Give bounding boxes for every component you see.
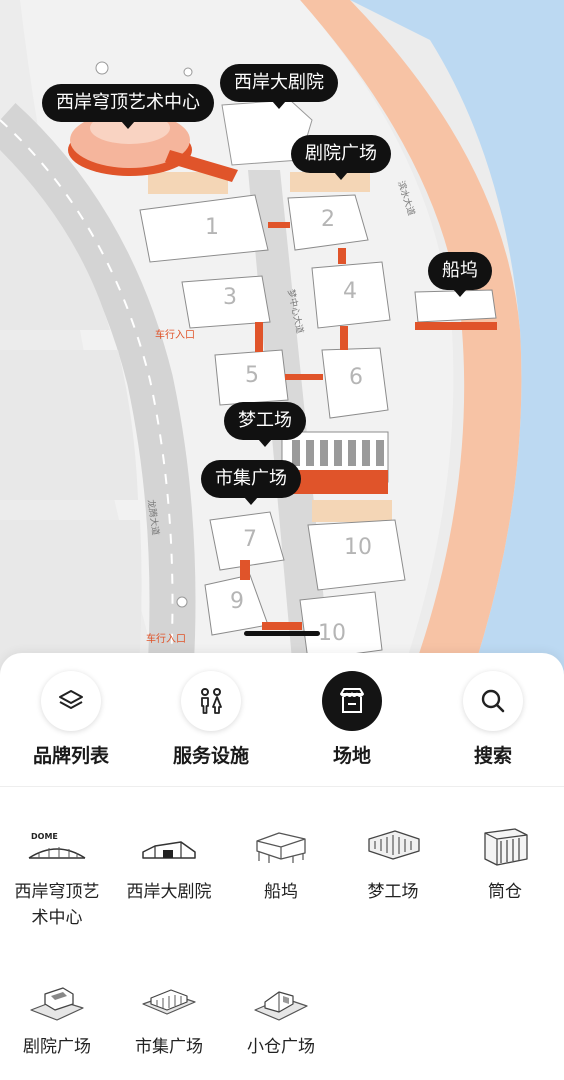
plaza-hatch-2 xyxy=(290,172,370,192)
callout-dock[interactable]: 船坞 xyxy=(428,252,492,297)
building-number: 5 xyxy=(245,363,259,388)
search-icon xyxy=(463,671,523,731)
factory-stripe xyxy=(376,440,384,466)
venue-market-plaza[interactable]: 市集广场 xyxy=(114,978,224,1060)
silo-icon xyxy=(450,823,560,871)
venue-label: 筒仓 xyxy=(488,882,522,902)
bottom-sheet: 品牌列表 服务设施 场地 搜索 DOME 西岸穹顶艺 术中心 西岸大剧院 船坞 … xyxy=(0,653,564,1080)
tab-brand-list[interactable]: 品牌列表 xyxy=(11,671,131,768)
venue-label: 市集广场 xyxy=(135,1037,203,1057)
callout-dream-factory[interactable]: 梦工场 xyxy=(224,402,306,447)
building-number: 7 xyxy=(243,527,257,552)
venue-label: 梦工场 xyxy=(367,882,419,902)
venue-label: 小仓广场 xyxy=(247,1037,315,1057)
theatre-plaza-icon xyxy=(2,978,112,1026)
factory-stripe xyxy=(334,440,342,466)
venue-silo[interactable]: 筒仓 xyxy=(450,823,560,905)
venue-label: 西岸穹顶艺 术中心 xyxy=(2,879,112,931)
callout-theatre-plaza[interactable]: 剧院广场 xyxy=(291,135,391,180)
venue-store-icon xyxy=(322,671,382,731)
venue-label: 西岸大剧院 xyxy=(126,882,212,902)
home-indicator[interactable] xyxy=(244,631,320,636)
left-lot-2 xyxy=(0,350,138,500)
callout-grand-theatre[interactable]: 西岸大剧院 xyxy=(220,64,338,109)
callout-market-plaza[interactable]: 市集广场 xyxy=(201,460,301,505)
map-marker-pole xyxy=(95,61,109,75)
venue-dream-factory[interactable]: 梦工场 xyxy=(338,823,448,905)
bridge-connector xyxy=(262,622,302,630)
factory-stripe xyxy=(292,440,300,466)
building-number: 10 xyxy=(318,621,346,646)
venue-label-line: 术中心 xyxy=(31,908,83,928)
dome-logo-text: DOME xyxy=(31,832,58,841)
tab-label: 服务设施 xyxy=(172,745,249,767)
map-marker-pole xyxy=(176,596,188,608)
venue-small-warehouse-plaza[interactable]: 小仓广场 xyxy=(226,978,336,1060)
restroom-icon xyxy=(181,671,241,731)
venue-grand-theatre[interactable]: 西岸大剧院 xyxy=(114,823,224,905)
theatre-building-icon xyxy=(114,823,224,871)
callout-dome-art-center[interactable]: 西岸穹顶艺术中心 xyxy=(42,84,214,129)
venue-dock[interactable]: 船坞 xyxy=(226,823,336,905)
building-number: 6 xyxy=(349,365,363,390)
factory-stripe xyxy=(362,440,370,466)
venue-label: 剧院广场 xyxy=(23,1037,91,1057)
market-plaza-icon xyxy=(114,978,224,1026)
dome-building-icon: DOME xyxy=(2,823,112,871)
tab-search[interactable]: 搜索 xyxy=(433,671,553,768)
tab-label: 品牌列表 xyxy=(32,745,109,767)
bridge-connector xyxy=(268,222,290,228)
factory-stripe xyxy=(306,440,314,466)
bridge-connector xyxy=(255,322,263,352)
building-number: 4 xyxy=(343,279,357,304)
venue-map[interactable]: 1 2 3 4 5 6 7 9 10 10 梦中心大道 滨水大道 龙腾大道 车行… xyxy=(0,0,564,680)
tab-label: 搜索 xyxy=(473,745,512,767)
dream-factory-icon xyxy=(338,823,448,871)
dock-base xyxy=(415,322,497,330)
building-number: 2 xyxy=(321,207,335,232)
venue-dome-art-center[interactable]: DOME 西岸穹顶艺 术中心 xyxy=(2,823,112,931)
building-number: 3 xyxy=(223,285,237,310)
dock-building-icon xyxy=(226,823,336,871)
venue-label: 船坞 xyxy=(264,882,298,902)
building-number: 1 xyxy=(205,215,219,240)
bridge-connector xyxy=(285,374,323,380)
building-number: 10 xyxy=(344,535,372,560)
car-entrance-label: 车行入口 xyxy=(155,328,195,341)
bridge-connector xyxy=(338,248,346,264)
bridge-connector xyxy=(240,560,250,580)
tab-venues[interactable]: 场地 xyxy=(292,671,412,768)
divider xyxy=(0,786,564,787)
tab-label: 场地 xyxy=(332,745,371,767)
plaza-hatch-3 xyxy=(312,500,392,522)
factory-stripe xyxy=(320,440,328,466)
bridge-connector xyxy=(340,326,348,350)
category-tabs: 品牌列表 服务设施 场地 搜索 xyxy=(0,653,564,788)
map-marker-pole xyxy=(183,67,193,77)
factory-stripe xyxy=(348,440,356,466)
venue-label-line: 西岸穹顶艺 xyxy=(14,882,100,902)
venue-theatre-plaza[interactable]: 剧院广场 xyxy=(2,978,112,1060)
building-number: 9 xyxy=(230,589,244,614)
layers-icon xyxy=(41,671,101,731)
small-warehouse-plaza-icon xyxy=(226,978,336,1026)
tab-service-facilities[interactable]: 服务设施 xyxy=(151,671,271,768)
car-entrance-label: 车行入口 xyxy=(146,632,186,645)
